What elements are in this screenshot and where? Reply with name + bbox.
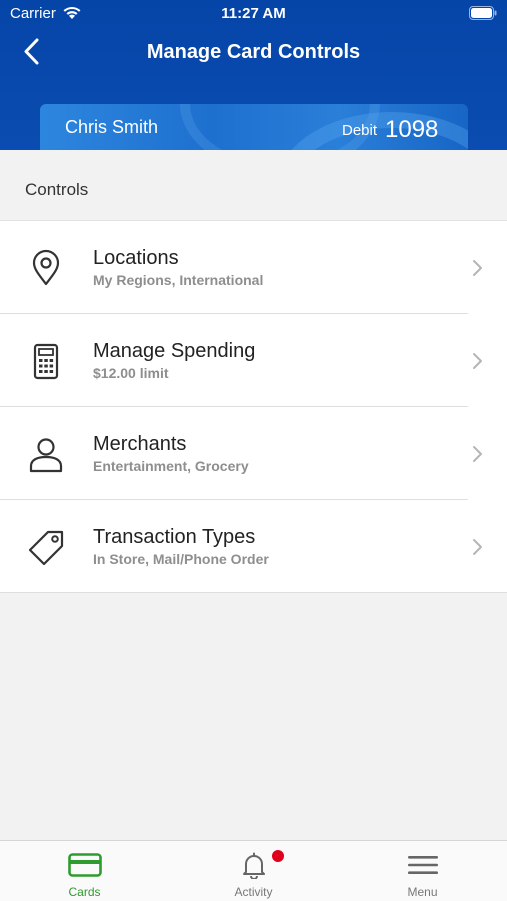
chevron-right-icon [471, 537, 483, 557]
card-type-label: Debit [342, 122, 378, 139]
control-row-transaction-types[interactable]: Transaction Types In Store, Mail/Phone O… [0, 500, 507, 593]
tab-label: Activity [234, 885, 273, 899]
person-icon [24, 433, 68, 477]
bell-icon [235, 851, 273, 880]
header: Carrier 11:27 AM Manage Card Controls Ch… [0, 0, 507, 150]
control-row-locations[interactable]: Locations My Regions, International [0, 221, 507, 314]
tab-label: Cards [68, 885, 101, 899]
control-title: Locations [93, 247, 179, 269]
control-subtitle: Entertainment, Grocery [93, 458, 249, 474]
control-title: Merchants [93, 433, 187, 455]
calculator-icon [24, 340, 68, 384]
status-bar: Carrier 11:27 AM [0, 0, 507, 28]
tab-bar: Cards Activity Menu [0, 840, 507, 901]
control-title: Manage Spending [93, 340, 256, 362]
map-pin-icon [24, 247, 68, 291]
tab-cards[interactable]: Cards [0, 841, 169, 901]
clock: 11:27 AM [221, 5, 286, 22]
tab-activity[interactable]: Activity [169, 841, 338, 901]
tag-icon [24, 526, 68, 570]
control-subtitle: $12.00 limit [93, 365, 169, 381]
chevron-right-icon [471, 444, 483, 464]
navigation-bar: Manage Card Controls [0, 28, 507, 78]
card-preview[interactable]: Chris Smith Debit 1098 [40, 104, 468, 150]
control-row-manage-spending[interactable]: Manage Spending $12.00 limit [0, 314, 507, 407]
tab-menu[interactable]: Menu [338, 841, 507, 901]
notification-badge [272, 850, 284, 862]
page-title: Manage Card Controls [146, 41, 361, 63]
card-last-digits: 1098 [385, 116, 439, 143]
controls-list: Locations My Regions, International Mana… [0, 221, 507, 593]
divider [0, 592, 507, 593]
hamburger-menu-icon [404, 851, 442, 879]
control-subtitle: My Regions, International [93, 272, 264, 288]
tab-label: Menu [407, 885, 438, 899]
card-holder-name: Chris Smith [65, 117, 159, 137]
chevron-right-icon [471, 258, 483, 278]
control-title: Transaction Types [93, 526, 256, 548]
control-subtitle: In Store, Mail/Phone Order [93, 551, 269, 567]
section-title: Controls [25, 180, 89, 199]
credit-card-icon [66, 851, 104, 879]
chevron-right-icon [471, 351, 483, 371]
control-row-merchants[interactable]: Merchants Entertainment, Grocery [0, 407, 507, 500]
battery-icon [469, 6, 497, 24]
